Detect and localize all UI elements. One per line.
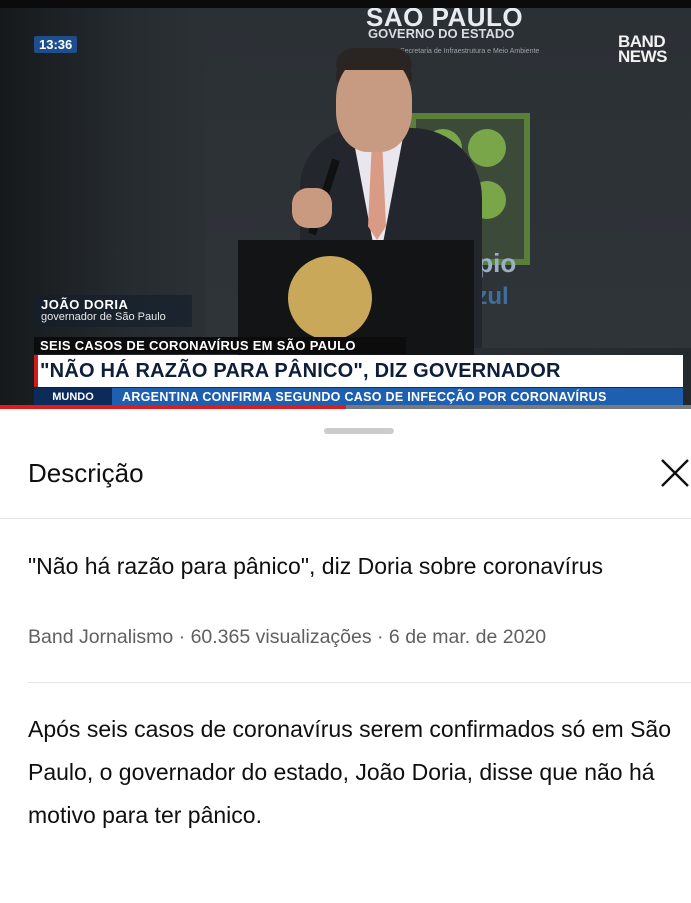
- lower-third-headline: "NÃO HÁ RAZÃO PARA PÂNICO", DIZ GOVERNAD…: [34, 355, 683, 387]
- headline-text: "NÃO HÁ RAZÃO PARA PÂNICO", DIZ GOVERNAD…: [40, 360, 561, 382]
- band-news-logo: BAND NEWS: [618, 32, 668, 66]
- backdrop-logo-small: Secretaria de Infraestrutura e Meio Ambi…: [400, 48, 540, 55]
- video-progress-fill: [0, 405, 346, 409]
- sheet-title: Descrição: [28, 458, 144, 488]
- headline-accent: [34, 355, 38, 387]
- podium-seal: [288, 256, 372, 340]
- lower-third-kicker: SEIS CASOS DE CORONAVÍRUS EM SÃO PAULO: [34, 337, 406, 354]
- close-button[interactable]: [652, 454, 691, 494]
- close-icon: [661, 459, 689, 487]
- video-title: "Não há razão para pânico", diz Doria so…: [28, 553, 604, 579]
- status-strip: [0, 0, 691, 8]
- meta-divider: [28, 682, 691, 683]
- speaker-head: [336, 56, 412, 152]
- video-meta: Band Jornalismo · 60.365 visualizações ·…: [28, 626, 547, 648]
- video-progress-bar[interactable]: [0, 405, 691, 409]
- timestamp-badge: 13:36: [34, 36, 78, 53]
- speaker-hairline: [336, 48, 412, 70]
- sheet-header-divider: [0, 518, 691, 519]
- backdrop-logo-subtitle: GOVERNO DO ESTADO: [368, 26, 515, 41]
- description-sheet: Descrição "Não há razão para pânico", di…: [0, 410, 691, 903]
- speaker-hand: [292, 188, 332, 228]
- video-player[interactable]: SÃO PAULO GOVERNO DO ESTADO Secretaria d…: [0, 8, 691, 408]
- video-description: Após seis casos de coronavírus serem con…: [28, 716, 672, 828]
- name-tag-name: JOÃO DORIA: [41, 297, 129, 312]
- sheet-drag-handle[interactable]: [324, 428, 394, 434]
- name-tag-role: governador de São Paulo: [41, 311, 166, 323]
